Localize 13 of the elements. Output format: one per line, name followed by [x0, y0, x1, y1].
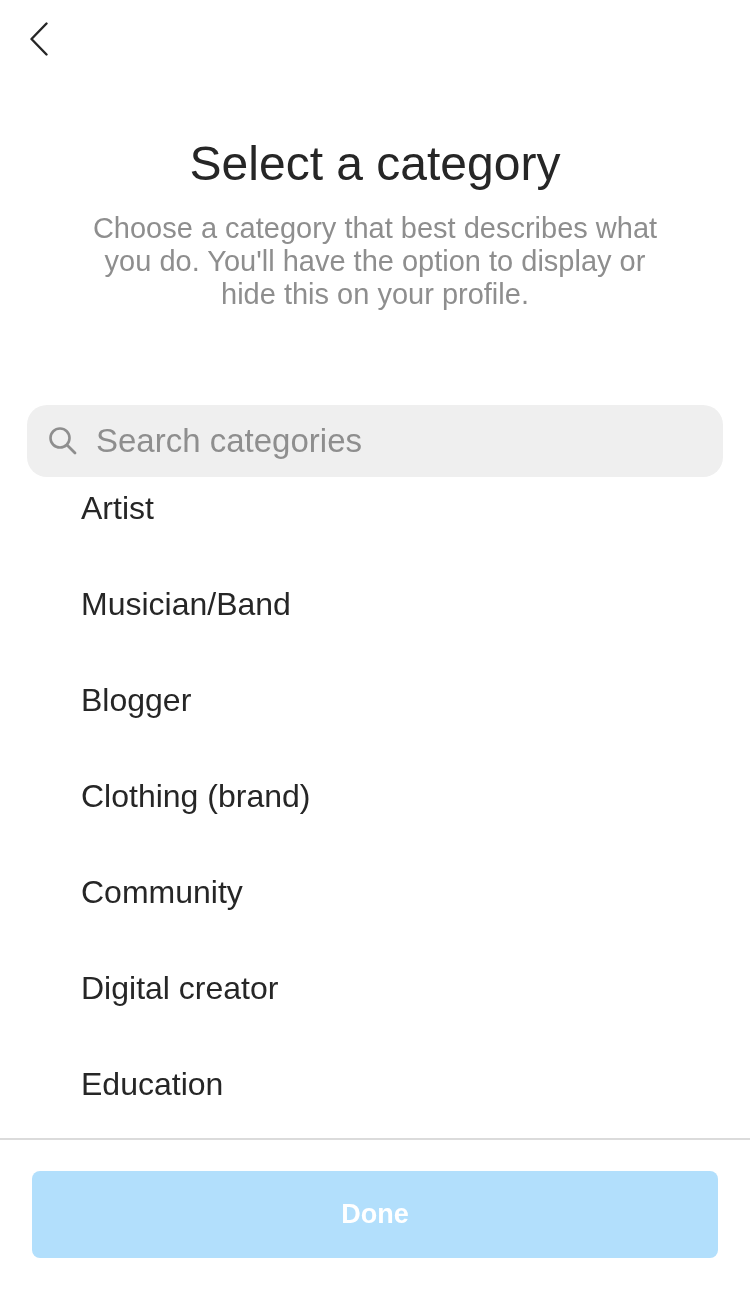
category-item[interactable]: Musician/Band — [0, 556, 750, 652]
category-item[interactable]: Education — [0, 1036, 750, 1132]
category-item[interactable]: Community — [0, 844, 750, 940]
category-item[interactable]: Blogger — [0, 652, 750, 748]
category-item[interactable]: Digital creator — [0, 940, 750, 1036]
description-text: Choose a category that best describes what you do. You'll have the option to display or hide this on your profile. — [91, 212, 659, 311]
category-item[interactable]: Artist — [0, 477, 750, 556]
search-field[interactable]: Search categories — [27, 405, 723, 477]
back-icon — [30, 22, 48, 56]
back-button[interactable] — [29, 21, 49, 57]
search-icon — [48, 426, 78, 456]
page-title: Select a category — [189, 136, 561, 192]
category-item[interactable]: Clothing (brand) — [0, 748, 750, 844]
